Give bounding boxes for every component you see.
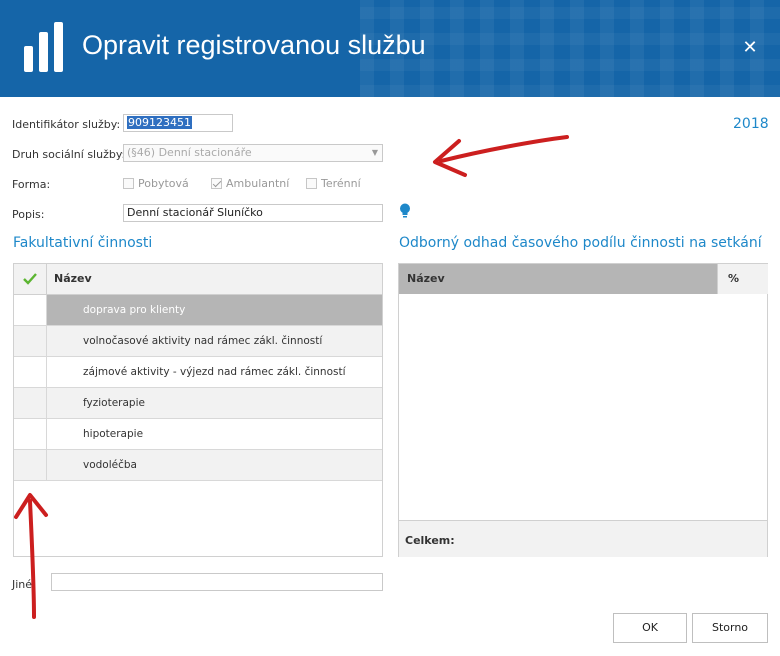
column-header-name[interactable]: Název	[54, 272, 92, 285]
other-field[interactable]	[51, 573, 383, 591]
select-all-cell[interactable]	[14, 264, 47, 294]
total-label: Celkem:	[405, 534, 455, 547]
form-option-label: Ambulantní	[226, 177, 290, 190]
table-row[interactable]: fyzioterapie	[14, 388, 382, 419]
grid-header: Název %	[399, 264, 768, 294]
year-label: 2018	[733, 116, 769, 132]
row-select-cell[interactable]	[14, 388, 47, 418]
close-icon[interactable]: ✕	[740, 38, 760, 58]
grid-header: Název	[14, 264, 382, 295]
form-option-outpatient[interactable]: Ambulantní	[211, 177, 289, 190]
form-option-residential[interactable]: Pobytová	[123, 177, 189, 190]
service-type-value: (§46) Denní stacionáře	[127, 146, 252, 159]
service-type-select[interactable]: (§46) Denní stacionáře ▼	[123, 144, 383, 162]
table-row[interactable]: volnočasové aktivity nad rámec zákl. čin…	[14, 326, 382, 357]
chevron-down-icon: ▼	[371, 148, 378, 157]
table-row[interactable]: zájmové aktivity - výjezd nad rámec zákl…	[14, 357, 382, 388]
ok-button[interactable]: OK	[613, 613, 687, 643]
form-option-label: Pobytová	[138, 177, 189, 190]
bar-chart-icon	[24, 22, 63, 72]
description-label: Popis:	[12, 208, 45, 221]
annotation-arrow-icon	[433, 135, 569, 177]
form-option-field[interactable]: Terénní	[306, 177, 361, 190]
optional-activities-grid: Název doprava pro klienty volnočasové akt…	[13, 263, 383, 557]
service-type-label: Druh sociální služby:	[12, 148, 126, 161]
form-type-label: Forma:	[12, 178, 51, 191]
percent-label: %	[728, 272, 740, 285]
form-option-label: Terénní	[321, 177, 361, 190]
row-select-cell[interactable]	[14, 295, 47, 325]
row-name-text: volnočasové aktivity nad rámec zákl. čin…	[83, 335, 323, 347]
checkmark-icon	[23, 273, 37, 285]
row-name-text: doprava pro klienty	[83, 304, 186, 316]
row-name-text: hipoterapie	[83, 428, 144, 440]
row-select-cell[interactable]	[14, 357, 47, 387]
column-header-percent[interactable]: %	[717, 264, 768, 294]
table-row[interactable]: doprava pro klienty	[14, 295, 382, 326]
expert-estimate-grid: Název % Celkem:	[398, 263, 768, 557]
row-name-cell[interactable]: volnočasové aktivity nad rámec zákl. čin…	[47, 326, 382, 356]
cancel-button[interactable]: Storno	[692, 613, 768, 643]
optional-activities-title: Fakultativní činnosti	[13, 235, 153, 251]
row-select-cell[interactable]	[14, 326, 47, 356]
expert-estimate-title: Odborný odhad časového podílu činnosti n…	[399, 235, 762, 251]
row-select-cell[interactable]	[14, 419, 47, 449]
dialog-title: Opravit registrovanou službu	[82, 30, 426, 60]
service-id-label: Identifikátor služby:	[12, 118, 121, 131]
row-name-cell[interactable]: zájmové aktivity - výjezd nad rámec zákl…	[47, 357, 382, 387]
table-row[interactable]: hipoterapie	[14, 419, 382, 450]
row-name-cell[interactable]: vodoléčba	[47, 450, 382, 480]
grid-footer: Celkem:	[399, 520, 767, 557]
checkbox-icon	[123, 178, 134, 189]
row-name-text: vodoléčba	[83, 459, 137, 471]
annotation-arrow-icon	[14, 493, 48, 619]
column-header-name[interactable]: Název	[407, 272, 445, 285]
row-name-cell[interactable]: doprava pro klienty	[47, 295, 382, 325]
row-name-cell[interactable]: hipoterapie	[47, 419, 382, 449]
table-row[interactable]: vodoléčba	[14, 450, 382, 481]
row-name-text: zájmové aktivity - výjezd nad rámec zákl…	[83, 366, 346, 378]
description-field[interactable]: Denní stacionář Sluníčko	[123, 204, 383, 222]
service-id-value: 909123451	[127, 116, 192, 129]
checkbox-checked-icon	[211, 178, 222, 189]
row-name-cell[interactable]: fyzioterapie	[47, 388, 382, 418]
service-id-field[interactable]: 909123451	[123, 114, 233, 132]
lightbulb-icon[interactable]	[399, 203, 411, 219]
checkbox-icon	[306, 178, 317, 189]
row-select-cell[interactable]	[14, 450, 47, 480]
dialog-header: Opravit registrovanou službu ✕	[0, 0, 780, 97]
row-name-text: fyzioterapie	[83, 397, 145, 409]
